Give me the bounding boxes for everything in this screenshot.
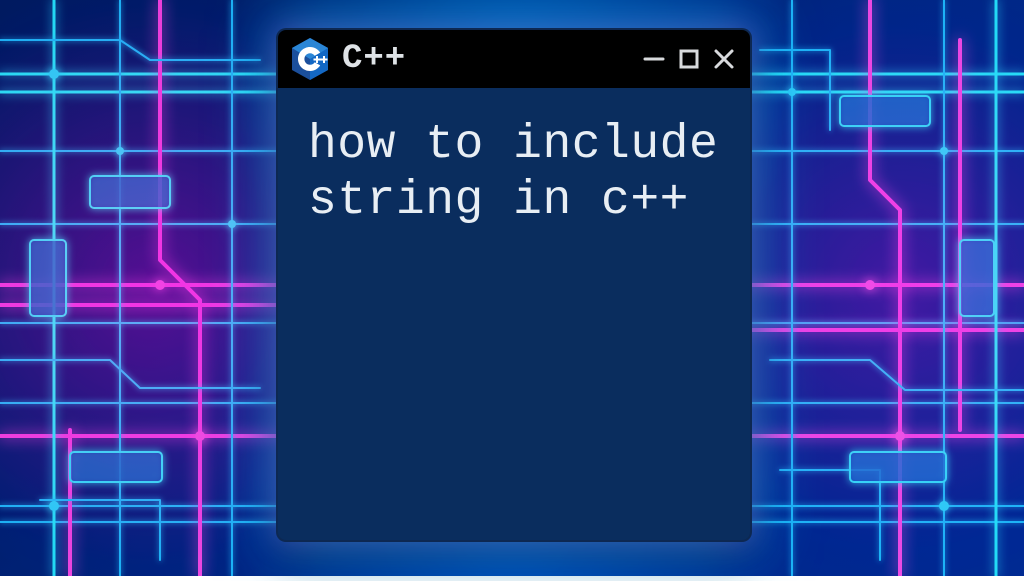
cpp-logo-icon [290, 38, 330, 80]
window-controls [641, 47, 736, 72]
titlebar[interactable]: C++ [278, 30, 750, 88]
maximize-button[interactable] [676, 47, 701, 72]
minimize-button[interactable] [641, 47, 666, 72]
window-title: C++ [342, 40, 629, 78]
terminal-window: C++ how to include string in c++ [278, 30, 750, 540]
close-button[interactable] [711, 47, 736, 72]
terminal-body: how to include string in c++ [278, 88, 750, 540]
